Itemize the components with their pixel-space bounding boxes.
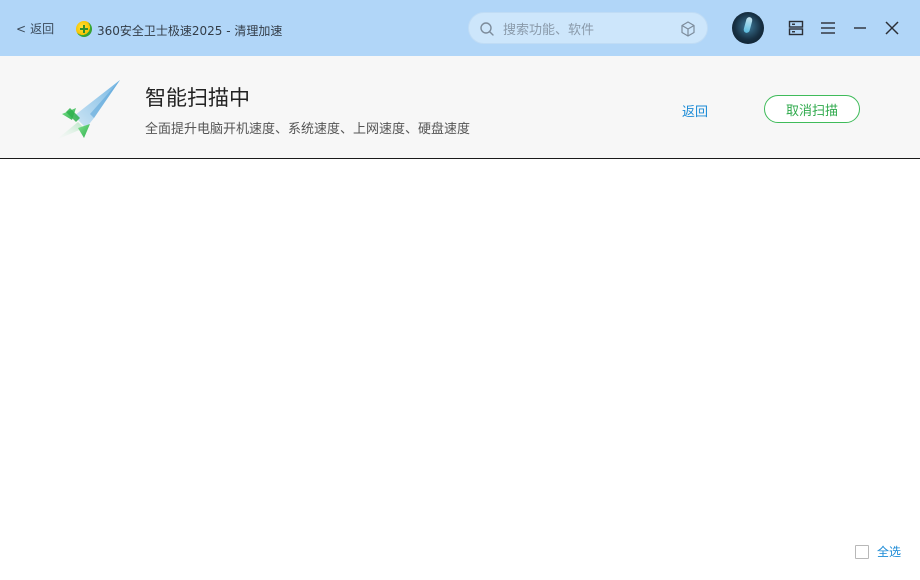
back-button[interactable]: < 返回 [16, 20, 54, 37]
avatar-image [743, 16, 753, 34]
title-bar: < 返回 360安全卫士极速2025 - 清理加速 [0, 0, 920, 56]
minimize-icon[interactable] [850, 18, 870, 38]
app-window: < 返回 360安全卫士极速2025 - 清理加速 搜索功能、软件 智能扫描中 … [0, 0, 920, 580]
chevron-left-icon: < [16, 21, 27, 36]
360-logo-icon [76, 21, 92, 37]
return-link[interactable]: 返回 [682, 101, 708, 120]
select-all-label[interactable]: 全选 [877, 543, 901, 560]
search-box[interactable] [468, 12, 708, 44]
search-input[interactable] [501, 19, 675, 41]
rocket-icon [56, 80, 120, 140]
cube-icon[interactable] [679, 20, 697, 38]
hamburger-menu-icon[interactable] [818, 18, 838, 38]
search-icon [480, 22, 494, 36]
scan-results-area [0, 159, 920, 580]
scan-title: 智能扫描中 [145, 86, 250, 110]
scan-header: 智能扫描中 全面提升电脑开机速度、系统速度、上网速度、硬盘速度 返回 取消扫描 [0, 56, 920, 159]
scan-subtitle: 全面提升电脑开机速度、系统速度、上网速度、硬盘速度 [145, 122, 471, 137]
app-title: 360安全卫士极速2025 - 清理加速 [97, 24, 283, 38]
cancel-scan-button[interactable]: 取消扫描 [764, 95, 860, 123]
select-all-checkbox[interactable] [855, 544, 869, 559]
close-icon[interactable] [882, 18, 902, 38]
select-all-control[interactable]: 全选 [855, 543, 901, 560]
back-button-label: 返回 [30, 22, 55, 36]
user-avatar[interactable] [732, 12, 764, 44]
server-icon[interactable] [786, 18, 806, 38]
